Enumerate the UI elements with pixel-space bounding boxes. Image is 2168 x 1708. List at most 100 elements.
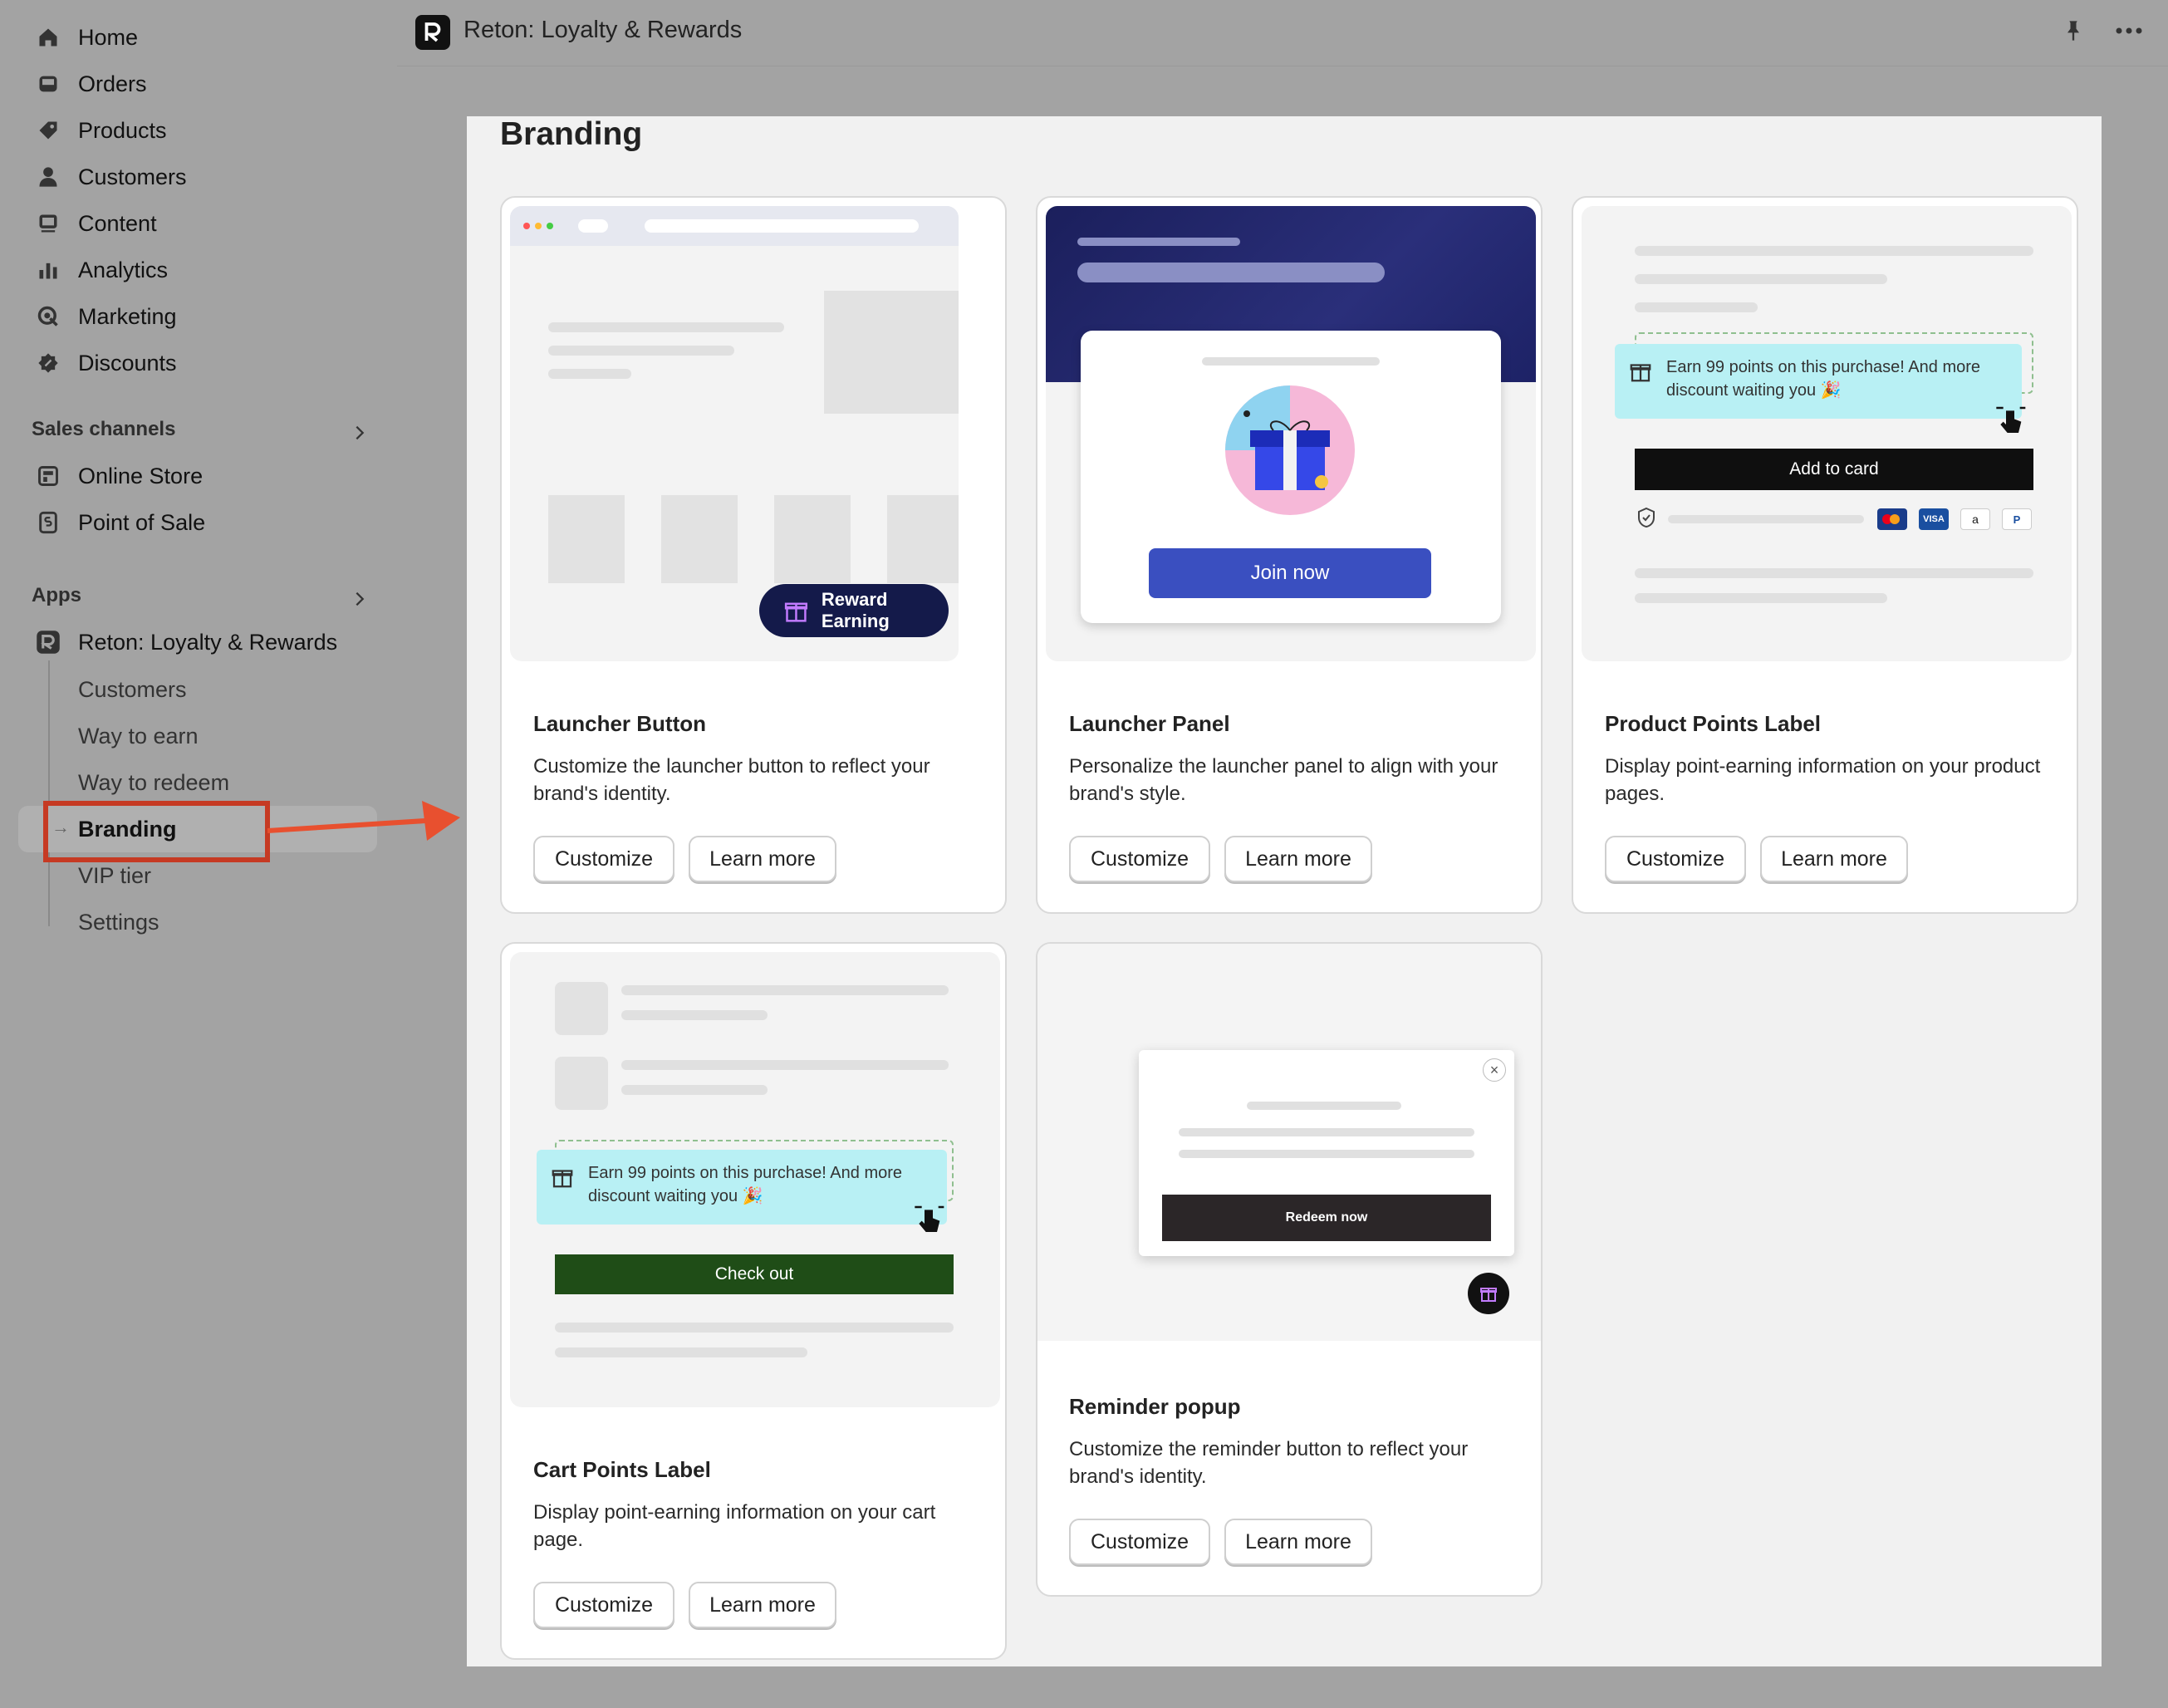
points-message: Earn 99 points on this purchase! And mor… bbox=[1615, 344, 2022, 419]
reward-earning-launcher: Reward Earning bbox=[759, 584, 949, 637]
floating-launcher bbox=[1468, 1273, 1509, 1314]
sub-item-way-to-earn[interactable]: Way to earn bbox=[78, 715, 199, 757]
nav-orders[interactable]: Orders bbox=[32, 63, 147, 105]
amazon-pay-icon: a bbox=[1960, 508, 1990, 530]
card-title: Launcher Panel bbox=[1069, 711, 1230, 736]
gift-icon bbox=[552, 1170, 573, 1188]
customize-button[interactable]: Customize bbox=[533, 1582, 674, 1628]
annotation-highlight-box bbox=[43, 801, 270, 862]
tag-icon bbox=[32, 114, 65, 147]
card-reminder-popup: × Redeem now Reminder popup Customize th… bbox=[1036, 942, 1543, 1597]
sub-item-way-to-redeem[interactable]: Way to redeem bbox=[78, 762, 229, 803]
launcher-button-preview: Reward Earning bbox=[510, 206, 959, 661]
nav-label: Home bbox=[78, 24, 139, 50]
nav-products[interactable]: Products bbox=[32, 110, 167, 151]
app-header: Reton: Loyalty & Rewards bbox=[397, 0, 2168, 66]
nav-discounts[interactable]: Discounts bbox=[32, 342, 177, 384]
main-panel: Branding Reward Earning Launcher Button … bbox=[467, 116, 2102, 1666]
reminder-popup-preview: × Redeem now bbox=[1037, 944, 1541, 1341]
points-message: Earn 99 points on this purchase! And mor… bbox=[537, 1150, 947, 1225]
card-cart-points-label: Earn 99 points on this purchase! And mor… bbox=[500, 942, 1007, 1660]
discount-badge-icon bbox=[32, 346, 65, 380]
bar-chart-icon bbox=[32, 253, 65, 287]
page-title: Branding bbox=[500, 116, 643, 152]
points-text: Earn 99 points on this purchase! And mor… bbox=[1666, 358, 1981, 400]
annotation-arrow bbox=[267, 801, 460, 841]
add-to-cart-preview-button: Add to card bbox=[1635, 449, 2033, 490]
card-description: Display point-earning information on you… bbox=[533, 1501, 936, 1551]
apps-label: Apps bbox=[32, 584, 81, 606]
learn-more-button[interactable]: Learn more bbox=[689, 1582, 836, 1628]
visa-icon: VISA bbox=[1919, 508, 1949, 530]
app-label: Reton: Loyalty & Rewards bbox=[78, 629, 338, 655]
product-points-preview: Earn 99 points on this purchase! And mor… bbox=[1582, 206, 2072, 661]
card-title: Cart Points Label bbox=[533, 1457, 711, 1482]
redeem-now-preview-button: Redeem now bbox=[1162, 1195, 1491, 1241]
channel-online-store[interactable]: Online Store bbox=[32, 455, 203, 497]
card-product-points-label: Earn 99 points on this purchase! And mor… bbox=[1572, 196, 2078, 914]
app-title: Reton: Loyalty & Rewards bbox=[464, 17, 743, 43]
home-icon bbox=[32, 21, 65, 54]
channel-point-of-sale[interactable]: Point of Sale bbox=[32, 502, 205, 543]
learn-more-button[interactable]: Learn more bbox=[1760, 836, 1908, 882]
nav-marketing[interactable]: Marketing bbox=[32, 296, 177, 337]
sidebar: Home Orders Products Customers Content A… bbox=[0, 0, 397, 1708]
nav-label: Analytics bbox=[78, 257, 169, 282]
customize-button[interactable]: Customize bbox=[533, 836, 674, 882]
nav-analytics[interactable]: Analytics bbox=[32, 249, 168, 291]
image-icon bbox=[32, 207, 65, 240]
learn-more-button[interactable]: Learn more bbox=[689, 836, 836, 882]
points-text: Earn 99 points on this purchase! And mor… bbox=[588, 1164, 903, 1205]
customize-button[interactable]: Customize bbox=[1605, 836, 1746, 882]
gift-icon bbox=[784, 602, 808, 622]
submenu-connector bbox=[48, 660, 50, 926]
card-description: Display point-earning information on you… bbox=[1605, 755, 2041, 805]
sales-channels-label: Sales channels bbox=[32, 418, 176, 440]
customize-button[interactable]: Customize bbox=[1069, 836, 1210, 882]
reminder-modal: × Redeem now bbox=[1139, 1050, 1514, 1256]
card-launcher-panel: Join now Launcher Panel Personalize the … bbox=[1036, 196, 1543, 914]
app-reton[interactable]: Reton: Loyalty & Rewards bbox=[32, 621, 337, 663]
gift-box-illustration bbox=[1225, 385, 1355, 515]
browser-bar bbox=[510, 206, 959, 246]
customize-button[interactable]: Customize bbox=[1069, 1519, 1210, 1565]
pos-icon bbox=[32, 506, 65, 539]
nav-label: Orders bbox=[78, 71, 147, 96]
learn-more-button[interactable]: Learn more bbox=[1224, 1519, 1372, 1565]
cart-points-preview: Earn 99 points on this purchase! And mor… bbox=[510, 952, 1000, 1407]
person-icon bbox=[32, 160, 65, 194]
more-options-icon[interactable] bbox=[2115, 20, 2143, 42]
chevron-right-icon[interactable] bbox=[351, 590, 369, 608]
nav-content[interactable]: Content bbox=[32, 203, 157, 244]
card-title: Reminder popup bbox=[1069, 1394, 1241, 1419]
nav-customers[interactable]: Customers bbox=[32, 156, 187, 198]
inbox-icon bbox=[32, 67, 65, 101]
nav-label: Marketing bbox=[78, 303, 177, 329]
learn-more-button[interactable]: Learn more bbox=[1224, 836, 1372, 882]
nav-label: Customers bbox=[78, 164, 187, 189]
sub-item-settings[interactable]: Settings bbox=[78, 901, 159, 943]
card-description: Personalize the launcher panel to align … bbox=[1069, 755, 1498, 805]
chevron-right-icon[interactable] bbox=[351, 424, 369, 442]
pin-icon[interactable] bbox=[2062, 18, 2085, 43]
card-title: Product Points Label bbox=[1605, 711, 1822, 736]
paypal-icon: P bbox=[2002, 508, 2032, 530]
cursor-hand-icon bbox=[915, 1205, 944, 1232]
card-title: Launcher Button bbox=[533, 711, 706, 736]
reton-logo-icon bbox=[32, 626, 65, 659]
shield-check-icon bbox=[1638, 507, 1655, 528]
launcher-panel-preview: Join now bbox=[1046, 206, 1536, 661]
sub-item-customers[interactable]: Customers bbox=[78, 669, 187, 710]
target-icon bbox=[32, 300, 65, 333]
checkout-preview-button: Check out bbox=[555, 1254, 954, 1294]
nav-label: Discounts bbox=[78, 350, 177, 375]
nav-label: Products bbox=[78, 117, 167, 143]
reton-logo-icon bbox=[415, 15, 450, 50]
nav-home[interactable]: Home bbox=[32, 17, 138, 58]
card-description: Customize the reminder button to reflect… bbox=[1069, 1438, 1469, 1488]
channel-label: Point of Sale bbox=[78, 509, 206, 535]
gift-icon bbox=[1630, 364, 1651, 382]
panel-card: Join now bbox=[1081, 331, 1501, 623]
launcher-label: Reward Earning bbox=[821, 589, 890, 631]
gift-icon bbox=[1480, 1288, 1497, 1302]
